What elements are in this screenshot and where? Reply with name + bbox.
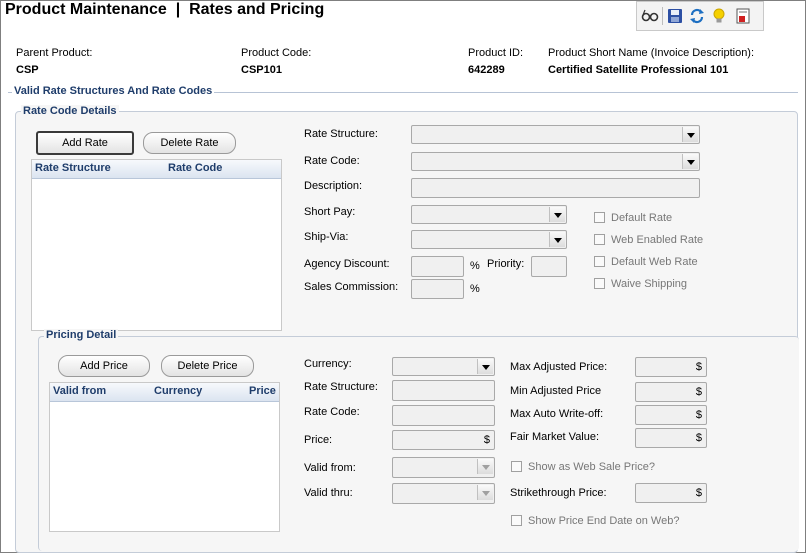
- strikethrough-currency-symbol: $: [695, 487, 702, 499]
- waive-shipping-checkbox[interactable]: [594, 278, 605, 289]
- add-rate-button[interactable]: Add Rate: [36, 131, 134, 155]
- fair-market-currency-symbol: $: [695, 432, 702, 444]
- agency-discount-percent: %: [470, 260, 480, 272]
- sales-commission-label: Sales Commission:: [304, 281, 399, 293]
- page-title: Product Maintenance | Rates and Pricing: [5, 1, 325, 18]
- rate-structure-label: Rate Structure:: [304, 128, 378, 140]
- parent-product-value: CSP: [16, 64, 39, 76]
- add-price-button[interactable]: Add Price: [58, 355, 150, 377]
- ship-via-select[interactable]: [411, 230, 567, 249]
- currency-label: Currency:: [304, 358, 352, 370]
- price-grid-col-valid-from[interactable]: Valid from: [53, 385, 106, 397]
- chevron-down-icon[interactable]: [477, 359, 493, 374]
- priority-input[interactable]: [531, 256, 567, 277]
- show-price-end-date-checkbox[interactable]: [511, 515, 522, 526]
- max-auto-write-off-input[interactable]: $: [635, 405, 707, 425]
- valid-from-select[interactable]: [392, 457, 495, 478]
- max-adjusted-price-label: Max Adjusted Price:: [510, 361, 608, 373]
- refresh-icon[interactable]: [688, 7, 706, 25]
- fair-market-value-label: Fair Market Value:: [510, 431, 600, 443]
- pricing-rate-code-label: Rate Code:: [304, 406, 360, 418]
- priority-label: Priority:: [487, 258, 525, 270]
- strikethrough-price-input[interactable]: $: [635, 483, 707, 503]
- chevron-down-icon[interactable]: [549, 232, 565, 247]
- rate-code-details-title: Rate Code Details: [21, 105, 119, 117]
- pricing-rate-structure-input[interactable]: [392, 380, 495, 401]
- max-write-off-currency-symbol: $: [695, 409, 702, 421]
- price-grid-col-currency[interactable]: Currency: [154, 385, 202, 397]
- price-grid-col-price[interactable]: Price: [249, 385, 276, 397]
- default-rate-label: Default Rate: [611, 212, 673, 224]
- description-input[interactable]: [411, 178, 700, 198]
- sales-commission-input[interactable]: [411, 279, 464, 299]
- rate-code-select[interactable]: [411, 152, 700, 171]
- show-web-sale-price-label: Show as Web Sale Price?: [528, 461, 655, 473]
- parent-product-label: Parent Product:: [16, 47, 93, 59]
- glasses-icon[interactable]: [641, 7, 659, 25]
- min-adjusted-price-input[interactable]: $: [635, 382, 707, 402]
- max-adjusted-currency-symbol: $: [695, 361, 702, 373]
- chevron-down-icon[interactable]: [682, 154, 698, 169]
- rate-grid-col-rate-code[interactable]: Rate Code: [168, 162, 222, 174]
- rates-section-title: Valid Rate Structures And Rate Codes: [12, 85, 215, 97]
- min-adjusted-price-label: Min Adjusted Price: [510, 385, 602, 397]
- rate-grid-header: Rate Structure Rate Code: [32, 160, 281, 179]
- max-adjusted-price-input[interactable]: $: [635, 357, 707, 377]
- price-input[interactable]: $: [392, 430, 495, 450]
- pricing-rate-structure-label: Rate Structure:: [304, 381, 378, 393]
- toolbar: [636, 1, 764, 31]
- agency-discount-input[interactable]: [411, 256, 464, 277]
- chevron-down-icon[interactable]: [682, 127, 698, 142]
- show-web-sale-price-checkbox[interactable]: [511, 461, 522, 472]
- delete-price-button[interactable]: Delete Price: [161, 355, 254, 377]
- fair-market-value-input[interactable]: $: [635, 428, 707, 448]
- valid-thru-label: Valid thru:: [304, 487, 353, 499]
- report-icon[interactable]: [734, 7, 752, 25]
- product-code-label: Product Code:: [241, 47, 312, 59]
- short-pay-select[interactable]: [411, 205, 567, 224]
- pricing-rate-code-input[interactable]: [392, 405, 495, 426]
- default-rate-checkbox[interactable]: [594, 212, 605, 223]
- rate-structure-select[interactable]: [411, 125, 700, 144]
- chevron-down-icon[interactable]: [549, 207, 565, 222]
- currency-select[interactable]: [392, 357, 495, 376]
- default-web-rate-label: Default Web Rate: [611, 256, 698, 268]
- rate-code-label: Rate Code:: [304, 155, 360, 167]
- description-label: Description:: [304, 180, 363, 192]
- max-auto-write-off-label: Max Auto Write-off:: [510, 408, 604, 420]
- product-code-value: CSP101: [241, 64, 282, 76]
- show-price-end-date-label: Show Price End Date on Web?: [528, 515, 680, 527]
- valid-from-label: Valid from:: [304, 462, 356, 474]
- lightbulb-icon[interactable]: [710, 7, 728, 25]
- web-enabled-rate-label: Web Enabled Rate: [611, 234, 704, 246]
- valid-thru-select[interactable]: [392, 483, 495, 504]
- product-short-name-label: Product Short Name (Invoice Description)…: [548, 47, 755, 59]
- price-grid[interactable]: Valid from Currency Price: [49, 382, 280, 532]
- short-pay-label: Short Pay:: [304, 206, 356, 218]
- web-enabled-rate-checkbox[interactable]: [594, 234, 605, 245]
- price-currency-symbol: $: [483, 434, 490, 446]
- toolbar-separator: [662, 7, 663, 25]
- default-web-rate-checkbox[interactable]: [594, 256, 605, 267]
- agency-discount-label: Agency Discount:: [304, 258, 390, 270]
- waive-shipping-label: Waive Shipping: [611, 278, 688, 290]
- product-short-name-value: Certified Satellite Professional 101: [548, 64, 729, 76]
- price-grid-header: Valid from Currency Price: [50, 383, 279, 402]
- chevron-down-icon[interactable]: [477, 459, 493, 474]
- rate-grid-col-rate-structure[interactable]: Rate Structure: [35, 162, 111, 174]
- save-icon[interactable]: [666, 7, 684, 25]
- product-id-value: 642289: [468, 64, 505, 76]
- strikethrough-price-label: Strikethrough Price:: [510, 487, 607, 499]
- pricing-detail-title: Pricing Detail: [44, 329, 119, 341]
- ship-via-label: Ship-Via:: [304, 231, 349, 243]
- sales-commission-percent: %: [470, 283, 480, 295]
- price-label: Price:: [304, 434, 333, 446]
- min-adjusted-currency-symbol: $: [695, 386, 702, 398]
- chevron-down-icon[interactable]: [477, 485, 493, 500]
- product-id-label: Product ID:: [468, 47, 524, 59]
- rate-grid[interactable]: Rate Structure Rate Code: [31, 159, 282, 331]
- delete-rate-button[interactable]: Delete Rate: [143, 132, 236, 154]
